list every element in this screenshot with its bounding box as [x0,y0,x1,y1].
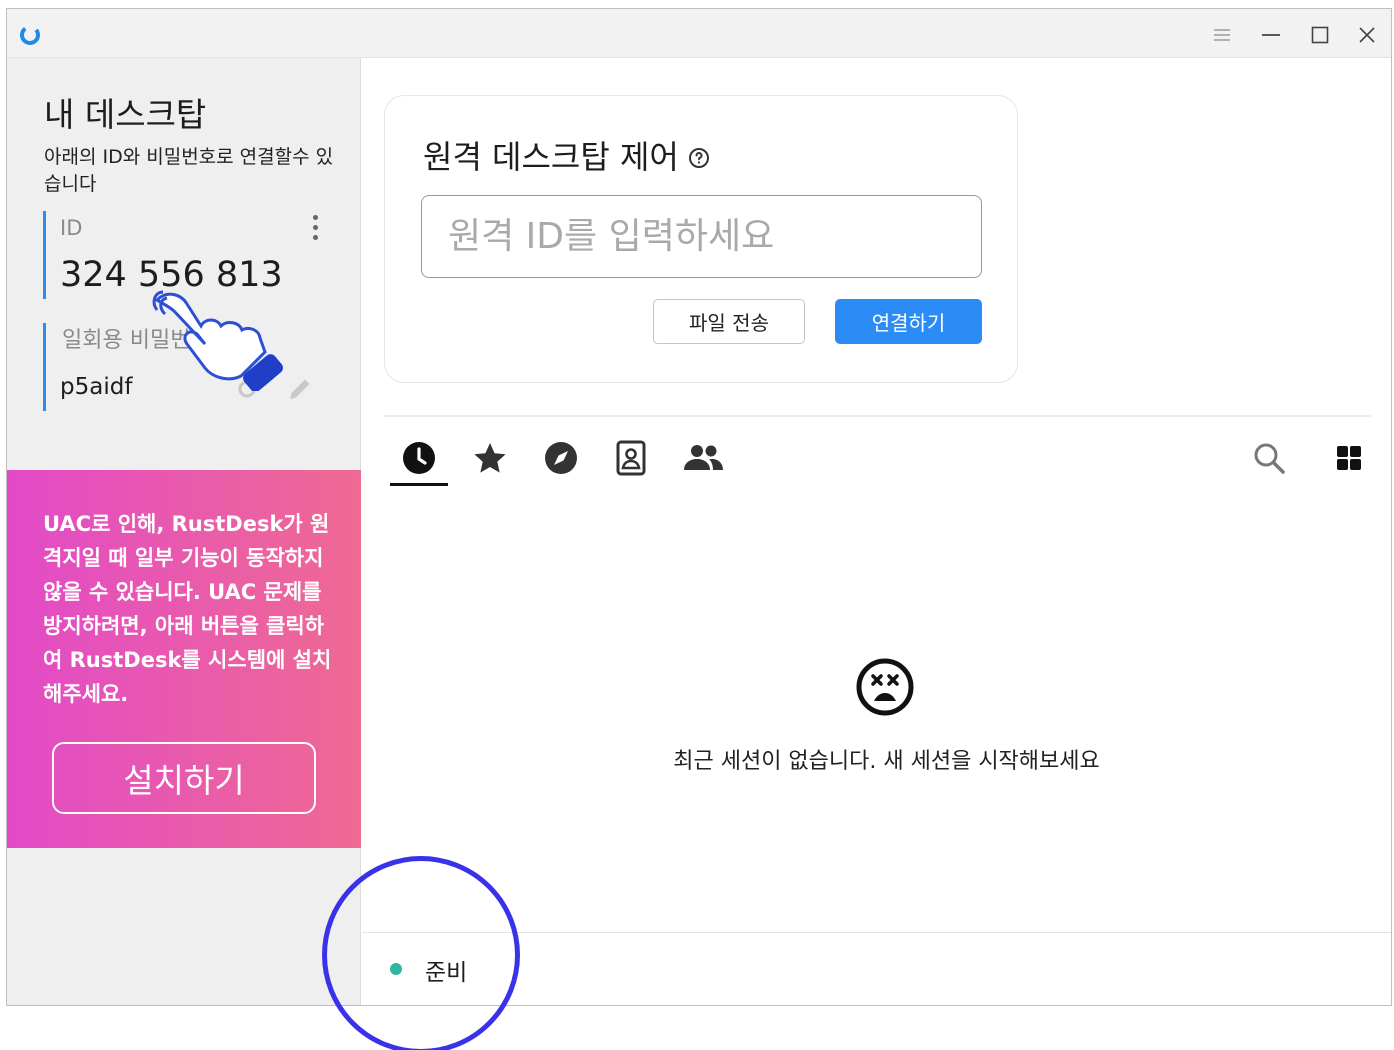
minimize-icon[interactable] [1254,20,1288,50]
tab-group[interactable] [680,440,726,476]
title-bar [7,9,1391,58]
connect-button[interactable]: 연결하기 [835,299,982,344]
contact-icon [616,440,646,476]
menu-icon[interactable] [1205,20,1239,50]
remote-control-title-text: 원격 데스크탑 제어 [423,138,679,176]
uac-warning-text: UAC로 인해, RustDesk가 원격지일 때 일부 기능이 동작하지 않을… [43,512,332,706]
id-label: ID [60,216,83,240]
sidebar: 내 데스크탑 아래의 ID와 비밀번호로 연결할수 있습니다 ID 324 55… [7,58,361,1005]
search-icon [1254,443,1285,474]
rustdesk-logo-icon [20,25,40,45]
empty-sessions-message: 최근 세션이 없습니다. 새 세션을 시작해보세요 [673,749,1100,774]
maximize-icon[interactable] [1303,20,1337,50]
status-text: 준비 [425,960,468,986]
password-accent-bar [43,323,46,411]
search-button[interactable] [1249,440,1289,476]
clock-icon [403,442,435,474]
compass-icon [545,442,577,474]
sad-face-icon [856,658,914,716]
help-icon[interactable] [687,146,711,170]
more-vert-icon[interactable] [305,211,325,243]
star-icon [474,443,506,473]
status-bar: 준비 [362,932,1391,1005]
app-window: 내 데스크탑 아래의 ID와 비밀번호로 연결할수 있습니다 ID 324 55… [6,8,1392,1006]
active-tab-indicator [390,483,448,486]
status-indicator-dot [390,963,402,975]
grid-view-button[interactable] [1329,440,1369,476]
remote-control-title: 원격 데스크탑 제어 [423,132,711,178]
connect-description: 아래의 ID와 비밀번호로 연결할수 있습니다 [44,146,334,195]
people-icon [684,445,723,470]
tab-discovered[interactable] [538,440,584,476]
remote-control-card: 원격 데스크탑 제어 파일 전송 연결하기 [384,95,1018,383]
section-divider [384,415,1371,417]
tab-favorites[interactable] [467,440,513,476]
tab-recent-sessions[interactable] [396,440,442,476]
file-transfer-button[interactable]: 파일 전송 [653,299,805,344]
grid-view-icon [1337,446,1361,470]
close-icon[interactable] [1350,20,1384,50]
remote-id-input[interactable] [421,195,982,278]
uac-warning-panel: UAC로 인해, RustDesk가 원격지일 때 일부 기능이 동작하지 않을… [7,470,361,848]
my-desktop-title: 내 데스크탑 [44,95,207,134]
install-button[interactable]: 설치하기 [52,742,316,814]
password-value[interactable]: p5aidf [60,374,132,400]
id-accent-bar [43,211,46,299]
main-panel: 원격 데스크탑 제어 파일 전송 연결하기 [362,58,1391,1005]
pointing-hand-icon [152,290,283,391]
tab-address-book[interactable] [608,440,654,476]
